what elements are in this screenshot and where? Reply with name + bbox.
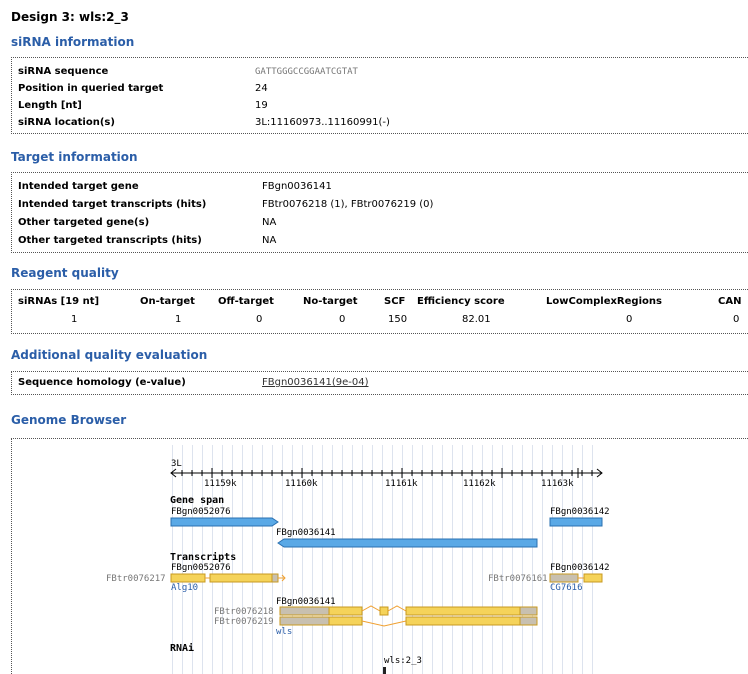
utr[interactable]: [279, 616, 330, 626]
utr[interactable]: [549, 573, 579, 583]
gene-span-bar[interactable]: [170, 517, 279, 527]
row-label: Other targeted gene(s): [18, 217, 150, 228]
value-on-target: 1: [175, 314, 182, 325]
gene-label: FBgn0052076: [171, 507, 231, 517]
value-low-complex-regions: 0: [626, 314, 633, 325]
header-no-target: No-target: [303, 296, 358, 307]
row-value: NA: [262, 217, 277, 228]
row-label: Sequence homology (e-value): [18, 377, 186, 388]
header-sirnas: siRNAs [19 nt]: [18, 296, 100, 307]
rnai-track-label: RNAi: [170, 642, 194, 654]
exon[interactable]: [209, 573, 273, 583]
value-no-target: 0: [339, 314, 346, 325]
genome-browser-panel: 3L 11159k 11160k 11161k 11162k 11163k Ge…: [11, 438, 748, 674]
row-label: Length [nt]: [18, 100, 82, 111]
sirna-info-title: siRNA information: [11, 35, 135, 49]
header-efficiency-score: Efficiency score: [417, 296, 505, 307]
transcript-id: FBtr0076218: [214, 607, 274, 617]
row-value: FBgn0036141: [262, 181, 332, 192]
tick-label: 11162k: [463, 479, 496, 489]
reagent-quality-title: Reagent quality: [11, 266, 119, 280]
reagent-quality-table: siRNAs [19 nt] On-target Off-target No-t…: [11, 289, 748, 334]
transcripts-track-label: Transcripts: [170, 551, 236, 563]
target-info-title: Target information: [11, 150, 138, 164]
row-label: Intended target gene: [18, 181, 139, 192]
utr[interactable]: [519, 616, 538, 626]
tick-label: 11159k: [204, 479, 237, 489]
header-on-target: On-target: [140, 296, 195, 307]
tick-label: 11160k: [285, 479, 318, 489]
exon[interactable]: [328, 606, 363, 616]
value-off-target: 0: [256, 314, 263, 325]
page-title: Design 3: wls:2_3: [11, 10, 129, 24]
exon[interactable]: [379, 606, 389, 616]
gene-span-bar[interactable]: [277, 538, 538, 548]
header-can: CAN: [718, 296, 742, 307]
exon[interactable]: [405, 616, 521, 626]
target-info-table: Intended target gene FBgn0036141 Intende…: [11, 172, 748, 253]
additional-quality-table: Sequence homology (e-value) FBgn0036141(…: [11, 371, 748, 395]
value-scf: 150: [388, 314, 408, 325]
value-can: 0: [733, 314, 740, 325]
row-value: 19: [255, 100, 268, 111]
row-label: Intended target transcripts (hits): [18, 199, 207, 210]
genome-browser-canvas[interactable]: 3L 11159k 11160k 11161k 11162k 11163k Ge…: [12, 439, 748, 674]
utr[interactable]: [519, 606, 538, 616]
row-label: siRNA sequence: [18, 66, 109, 77]
gene-name-link[interactable]: CG7616: [550, 583, 583, 593]
tick-label: 11161k: [385, 479, 418, 489]
gene-label: FBgn0036142: [550, 507, 610, 517]
utr[interactable]: [279, 606, 330, 616]
value-sirnas: 1: [71, 314, 78, 325]
header-low-complex-regions: LowComplexRegions: [546, 296, 662, 307]
gene-label: FBgn0036141: [276, 528, 336, 538]
row-value: GATTGGGCCGGAATCGTAT: [255, 67, 358, 77]
homology-link[interactable]: FBgn0036141(9e-04): [262, 376, 368, 390]
transcript-id: FBtr0076217: [106, 574, 166, 584]
gene-label: FBgn0036142: [550, 563, 610, 573]
row-value: FBtr0076218 (1), FBtr0076219 (0): [262, 199, 434, 210]
gene-span-track-label: Gene span: [170, 495, 224, 506]
transcript-id: FBtr0076161: [488, 574, 548, 584]
gene-label: FBgn0052076: [171, 563, 231, 573]
rnai-label: wls:2_3: [384, 656, 422, 666]
header-scf: SCF: [384, 296, 406, 307]
transcript-id: FBtr0076219: [214, 617, 274, 627]
genome-browser-title: Genome Browser: [11, 413, 127, 427]
exon[interactable]: [170, 573, 206, 583]
row-label: Position in queried target: [18, 83, 164, 94]
tick-label: 11163k: [541, 479, 574, 489]
chrom-label: 3L: [171, 459, 182, 469]
utr[interactable]: [271, 573, 279, 583]
row-value: 3L:11160973..11160991(-): [255, 117, 390, 128]
header-off-target: Off-target: [218, 296, 274, 307]
exon[interactable]: [405, 606, 521, 616]
row-label: siRNA location(s): [18, 117, 115, 128]
additional-quality-title: Additional quality evaluation: [11, 348, 208, 362]
gene-name-link[interactable]: wls: [276, 627, 292, 637]
sirna-info-table: siRNA sequence GATTGGGCCGGAATCGTAT Posit…: [11, 57, 748, 134]
row-value: NA: [262, 235, 277, 246]
row-value: 24: [255, 83, 268, 94]
gene-label: FBgn0036141: [276, 597, 336, 607]
rnai-marker[interactable]: [383, 667, 386, 674]
value-efficiency-score: 82.01: [462, 314, 491, 325]
exon[interactable]: [328, 616, 363, 626]
gene-name-link[interactable]: Alg10: [171, 583, 198, 593]
gene-span-bar[interactable]: [549, 517, 603, 527]
row-label: Other targeted transcripts (hits): [18, 235, 202, 246]
exon[interactable]: [583, 573, 603, 583]
